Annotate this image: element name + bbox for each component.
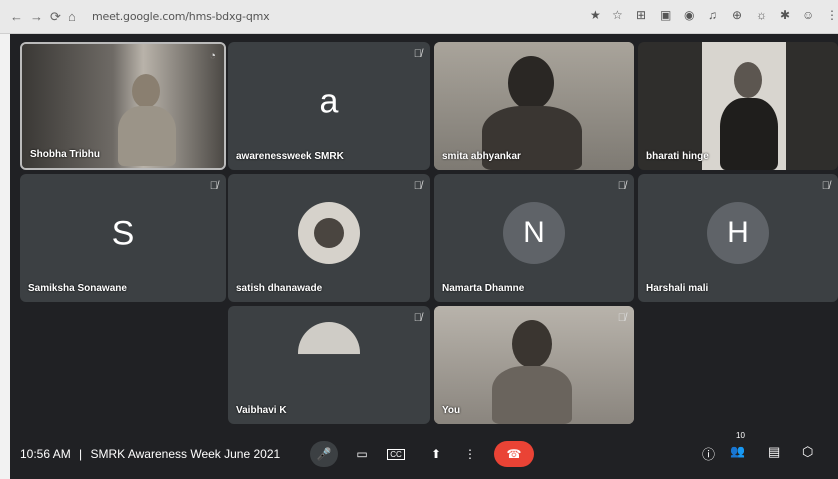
extension-icon-9[interactable]: ✱ bbox=[780, 8, 790, 22]
participant-figure bbox=[734, 62, 762, 98]
activities-icon[interactable]: ⬡ bbox=[802, 444, 813, 460]
more-options-button[interactable]: ⋮ bbox=[456, 441, 484, 467]
participant-tile-harshali[interactable]: H 🎙̸ Harshali mali bbox=[638, 174, 838, 302]
avatar bbox=[298, 321, 360, 384]
avatar bbox=[298, 202, 360, 265]
meeting-control-bar: 10:56 AM | SMRK Awareness Week June 2021… bbox=[10, 429, 838, 479]
participant-name: Harshali mali bbox=[646, 283, 709, 294]
forward-icon[interactable]: → bbox=[30, 9, 43, 24]
separator: | bbox=[79, 447, 83, 461]
participant-figure bbox=[508, 56, 554, 110]
participant-name: satish dhanawade bbox=[236, 283, 323, 294]
end-call-button[interactable]: ☎ bbox=[494, 441, 534, 467]
home-icon[interactable]: ⌂ bbox=[68, 9, 76, 24]
participant-tile-satish[interactable]: 🎙̸ satish dhanawade bbox=[228, 174, 430, 302]
extension-icon-3[interactable]: ⊞ bbox=[636, 8, 646, 22]
participant-figure-body bbox=[720, 98, 778, 170]
mic-off-icon: 🎙̸ bbox=[617, 312, 626, 324]
captions-button[interactable]: CC bbox=[382, 441, 410, 467]
participant-name: smita abhyankar bbox=[442, 151, 521, 162]
participant-name: Shobha Tribhu bbox=[30, 149, 100, 160]
extension-icon-7[interactable]: ⊕ bbox=[732, 8, 742, 22]
participant-name: awarenessweek SMRK bbox=[236, 151, 344, 162]
participant-tile-samiksha[interactable]: S 🎙̸ Samiksha Sonawane bbox=[20, 174, 226, 302]
reload-icon[interactable]: ⟳ bbox=[50, 9, 61, 25]
profile-avatar[interactable]: ☺ bbox=[802, 8, 814, 22]
participant-tile-namarta[interactable]: N 🎙̸ Namarta Dhamne bbox=[434, 174, 634, 302]
microphone-icon: 🎤 bbox=[316, 447, 332, 461]
extension-icon-2[interactable]: ☆ bbox=[612, 8, 623, 22]
captions-icon: CC bbox=[387, 448, 405, 460]
participant-tile-vaibhavi[interactable]: 🎙̸ Vaibhavi K bbox=[228, 306, 430, 424]
mic-off-icon: 🎙̸ bbox=[617, 180, 626, 192]
mic-off-icon: 🎙̸ bbox=[413, 312, 422, 324]
mic-off-icon: 🎙̸ bbox=[821, 180, 830, 192]
extension-icon-5[interactable]: ◉ bbox=[684, 8, 694, 22]
info-icon[interactable]: ⓘ bbox=[702, 444, 715, 463]
participant-figure-body bbox=[118, 106, 176, 166]
browser-menu-icon[interactable]: ⋮ bbox=[826, 8, 838, 22]
mic-off-icon: 🎙̸ bbox=[413, 48, 422, 60]
meeting-details: 10:56 AM | SMRK Awareness Week June 2021 bbox=[20, 447, 280, 461]
participant-name: Namarta Dhamne bbox=[442, 283, 525, 294]
participant-tile-awarenessweek[interactable]: a 🎙̸ awarenessweek SMRK bbox=[228, 42, 430, 170]
more-vert-icon: ⋮ bbox=[464, 447, 476, 461]
chat-icon[interactable]: ▤ bbox=[768, 444, 780, 460]
avatar-letter: S bbox=[111, 214, 135, 253]
present-button[interactable]: ⬆ bbox=[422, 441, 450, 467]
people-count-badge: 10 bbox=[736, 431, 745, 440]
avatar-letter: a bbox=[319, 82, 339, 121]
mic-off-icon: 🎙̸ bbox=[413, 180, 422, 192]
participant-tile-bharati[interactable]: bharati hinge bbox=[638, 42, 838, 170]
participant-name: You bbox=[442, 405, 461, 416]
participant-figure bbox=[512, 320, 552, 368]
participant-figure-body bbox=[492, 366, 572, 424]
camera-icon: ▭ bbox=[356, 447, 368, 461]
avatar: N bbox=[503, 202, 565, 265]
mic-off-icon: 🎙̸ bbox=[209, 180, 218, 192]
camera-button[interactable]: ▭ bbox=[348, 441, 376, 467]
present-icon: ⬆ bbox=[430, 447, 442, 461]
participant-tile-smita[interactable]: smita abhyankar bbox=[434, 42, 634, 170]
participant-name: bharati hinge bbox=[646, 151, 709, 162]
status-icon: ◔ bbox=[209, 50, 216, 62]
back-icon[interactable]: ← bbox=[10, 9, 23, 24]
participant-figure bbox=[132, 74, 160, 108]
participant-name: Vaibhavi K bbox=[236, 405, 287, 416]
microphone-button[interactable]: 🎤 bbox=[310, 441, 338, 467]
meeting-time: 10:56 AM bbox=[20, 447, 71, 461]
extension-icon-8[interactable]: ☼ bbox=[756, 8, 767, 22]
participant-tile-shobha[interactable]: ◔ Shobha Tribhu bbox=[20, 42, 226, 170]
phone-hangup-icon: ☎ bbox=[506, 447, 522, 461]
people-icon[interactable]: 👥 bbox=[730, 444, 745, 458]
address-bar[interactable]: meet.google.com/hms-bdxg-qmx bbox=[92, 10, 270, 23]
browser-toolbar: ← → ⟳ ⌂ meet.google.com/hms-bdxg-qmx ★ ☆… bbox=[0, 0, 838, 34]
extension-icon-6[interactable]: ♫ bbox=[708, 8, 717, 22]
participant-tile-you[interactable]: 🎙̸ You bbox=[434, 306, 634, 424]
meeting-title: SMRK Awareness Week June 2021 bbox=[90, 447, 281, 461]
participant-name: Samiksha Sonawane bbox=[28, 283, 127, 294]
participant-grid: ◔ Shobha Tribhu a 🎙̸ awarenessweek SMRK … bbox=[10, 34, 838, 429]
avatar: H bbox=[707, 202, 769, 265]
extension-icon-1[interactable]: ★ bbox=[590, 8, 601, 22]
extension-icon-4[interactable]: ▣ bbox=[660, 8, 671, 22]
